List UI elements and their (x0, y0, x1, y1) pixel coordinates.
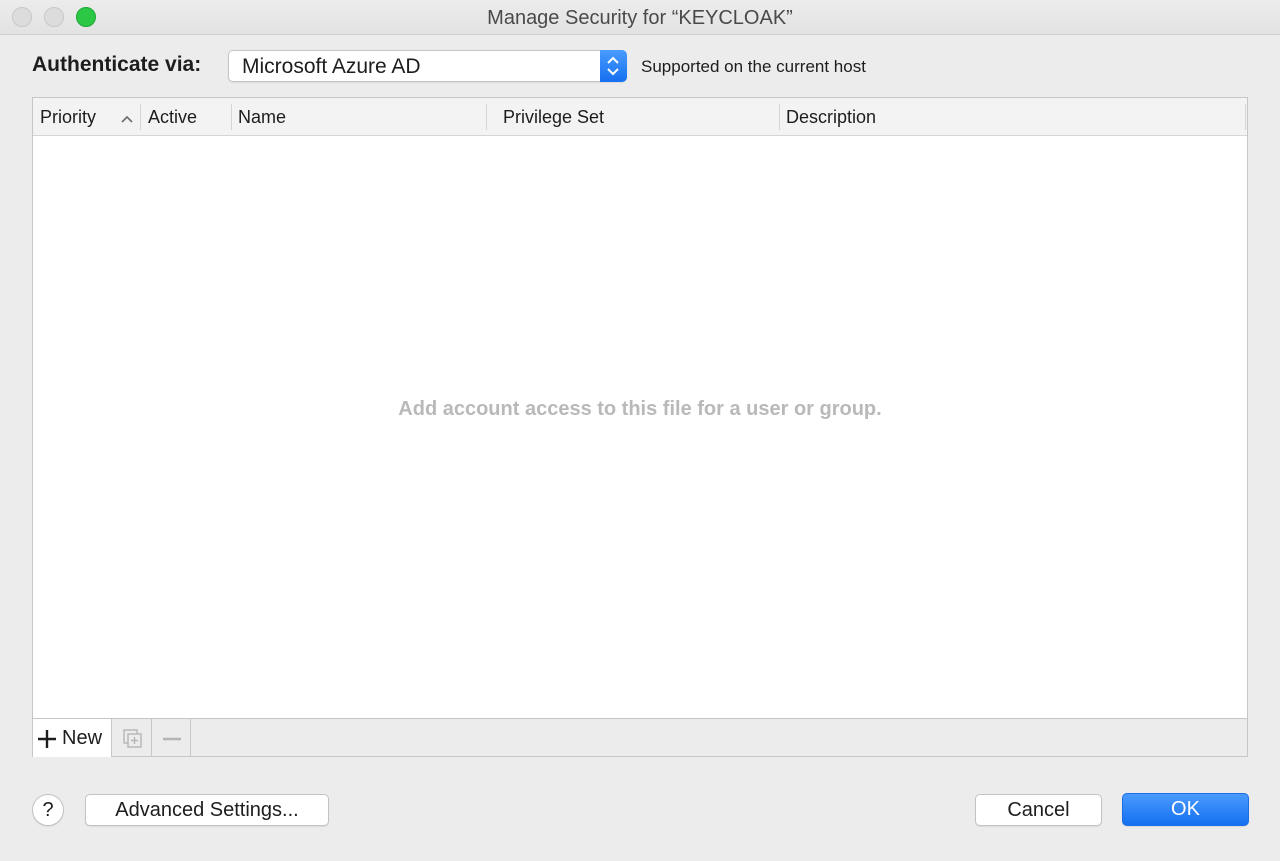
popup-stepper-icon (600, 50, 627, 82)
duplicate-account-button[interactable] (113, 719, 152, 757)
column-header-name[interactable]: Name (238, 98, 478, 136)
authenticate-via-popup[interactable]: Microsoft Azure AD (228, 50, 627, 82)
sort-ascending-icon (121, 111, 133, 129)
column-separator (231, 104, 232, 130)
column-separator (779, 104, 780, 130)
authenticate-via-value: Microsoft Azure AD (242, 55, 421, 78)
table-footer-toolbar: New (33, 718, 1247, 757)
column-header-active[interactable]: Active (148, 98, 228, 136)
advanced-settings-button[interactable]: Advanced Settings... (85, 794, 329, 826)
column-header-description[interactable]: Description (786, 98, 1086, 136)
column-separator (140, 104, 141, 130)
column-separator (486, 104, 487, 130)
support-status-text: Supported on the current host (641, 57, 866, 76)
window-title: Manage Security for “KEYCLOAK” (487, 7, 793, 29)
new-account-button[interactable]: New (33, 719, 112, 757)
accounts-table: Priority Active Name Privilege Set Descr… (32, 97, 1248, 757)
remove-account-button[interactable] (152, 719, 191, 757)
column-separator (1245, 104, 1246, 130)
plus-icon (38, 730, 56, 748)
column-header-privilege-set[interactable]: Privilege Set (503, 98, 783, 136)
new-account-label: New (62, 727, 103, 749)
table-header: Priority Active Name Privilege Set Descr… (33, 98, 1247, 136)
minus-icon (163, 737, 181, 741)
authenticate-via-label: Authenticate via: (32, 53, 202, 76)
ok-button[interactable]: OK (1122, 793, 1249, 826)
help-button[interactable]: ? (32, 794, 64, 826)
empty-table-message: Add account access to this file for a us… (398, 398, 882, 420)
title-bar: Manage Security for “KEYCLOAK” (0, 0, 1280, 35)
duplicate-icon (123, 729, 142, 748)
cancel-button[interactable]: Cancel (975, 794, 1102, 826)
